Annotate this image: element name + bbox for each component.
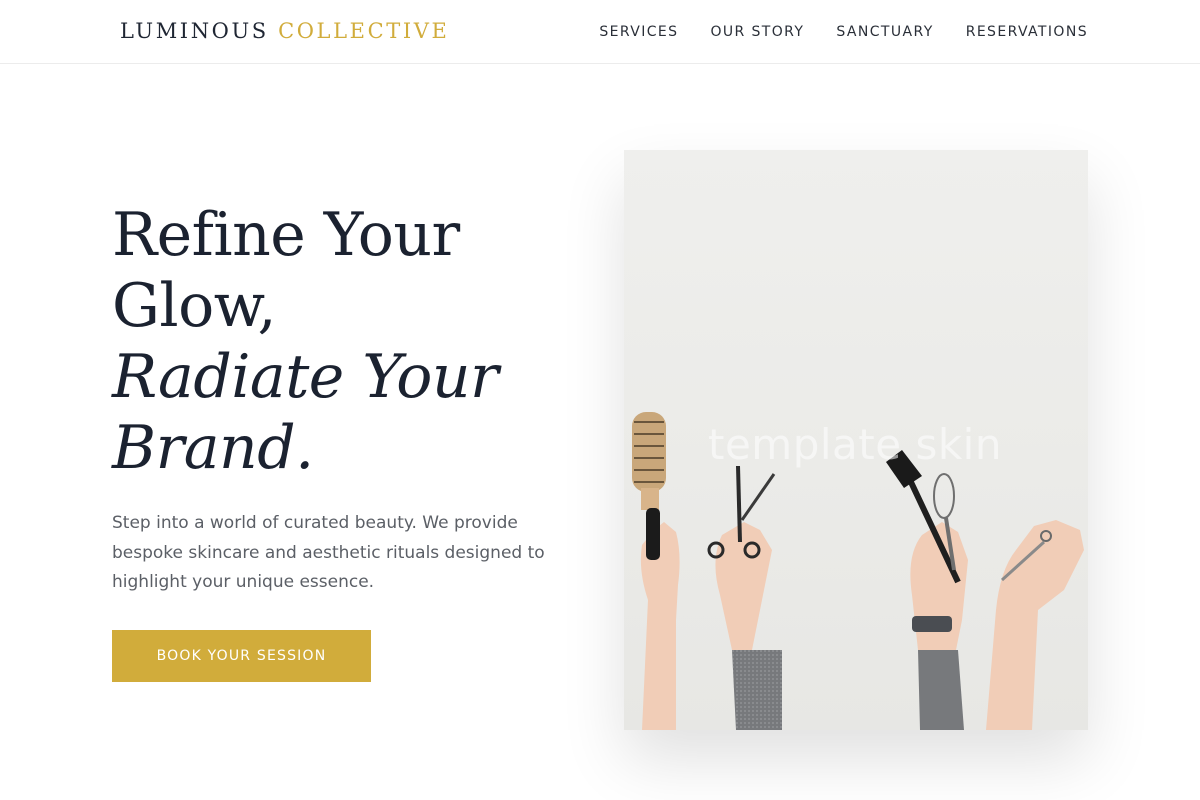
nav-item-our-story[interactable]: OUR STORY [710,22,804,42]
site-header: LUMINOUS COLLECTIVE SERVICES OUR STORY S… [0,0,1200,64]
book-session-button[interactable]: BOOK YOUR SESSION [112,630,371,682]
hand-with-round-brush [632,412,680,730]
hand-with-clippers [986,520,1084,730]
nav-item-reservations[interactable]: RESERVATIONS [966,22,1088,42]
logo[interactable]: LUMINOUS COLLECTIVE [120,16,449,46]
hero-image: template skin [624,150,1088,730]
hero-title: Refine Your Glow, Radiate Your Brand. [112,200,582,484]
nav-item-services[interactable]: SERVICES [599,22,678,42]
logo-accent-text: COLLECTIVE [278,19,450,43]
hero-title-line-1: Refine Your [112,200,460,270]
hero-title-line-2: Glow, [112,271,277,341]
nav-item-sanctuary[interactable]: SANCTUARY [836,22,933,42]
hand-with-scissors [707,465,782,730]
hero-description: Step into a world of curated beauty. We … [112,513,545,592]
hero-title-line-4: Brand. [112,413,314,483]
hero-title-line-3: Radiate Your [112,342,499,412]
image-watermark: template skin [708,420,1002,469]
hand-with-dye-brush-and-whisk [886,450,968,730]
main-nav: SERVICES OUR STORY SANCTUARY RESERVATION… [599,22,1088,42]
logo-primary-text: LUMINOUS [120,19,269,43]
